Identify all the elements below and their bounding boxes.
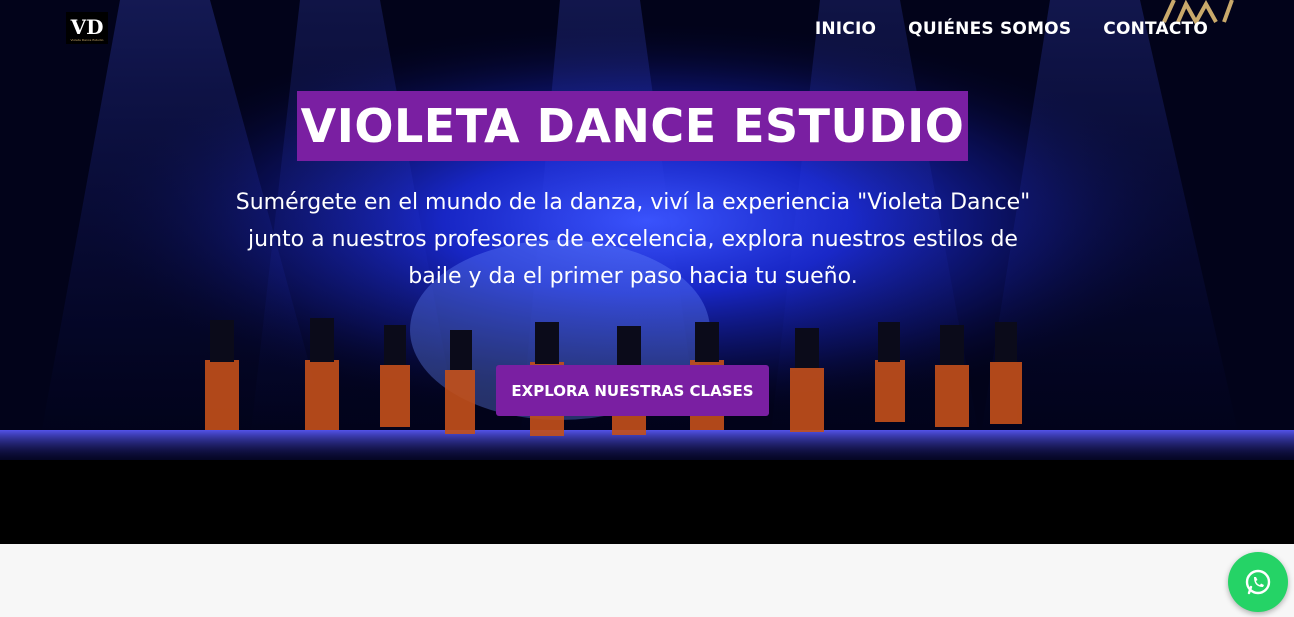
logo-image[interactable]: VD Violeta Dance Estudio — [66, 12, 108, 44]
logo-text: VD — [70, 15, 104, 39]
hero-title: VIOLETA DANCE ESTUDIO — [300, 99, 965, 153]
hero-title-banner: VIOLETA DANCE ESTUDIO — [297, 91, 968, 161]
whatsapp-icon — [1245, 569, 1271, 595]
nav-link-contacto[interactable]: CONTACTO — [1103, 18, 1208, 40]
logo-tagline: Violeta Dance Estudio — [71, 38, 104, 42]
explore-classes-button[interactable]: EXPLORA NUESTRAS CLASES — [496, 365, 769, 416]
hero-subtitle: Sumérgete en el mundo de la danza, viví … — [235, 190, 1031, 289]
hero-section: VD Violeta Dance Estudio INICIO QUIÉNES … — [0, 0, 1294, 544]
next-section — [0, 544, 1294, 617]
whatsapp-button[interactable] — [1228, 552, 1288, 612]
nav-link-quienes-somos[interactable]: QUIÉNES SOMOS — [908, 18, 1071, 40]
nav-link-inicio[interactable]: INICIO — [815, 18, 876, 40]
main-navigation: INICIO QUIÉNES SOMOS CONTACTO — [815, 18, 1208, 40]
